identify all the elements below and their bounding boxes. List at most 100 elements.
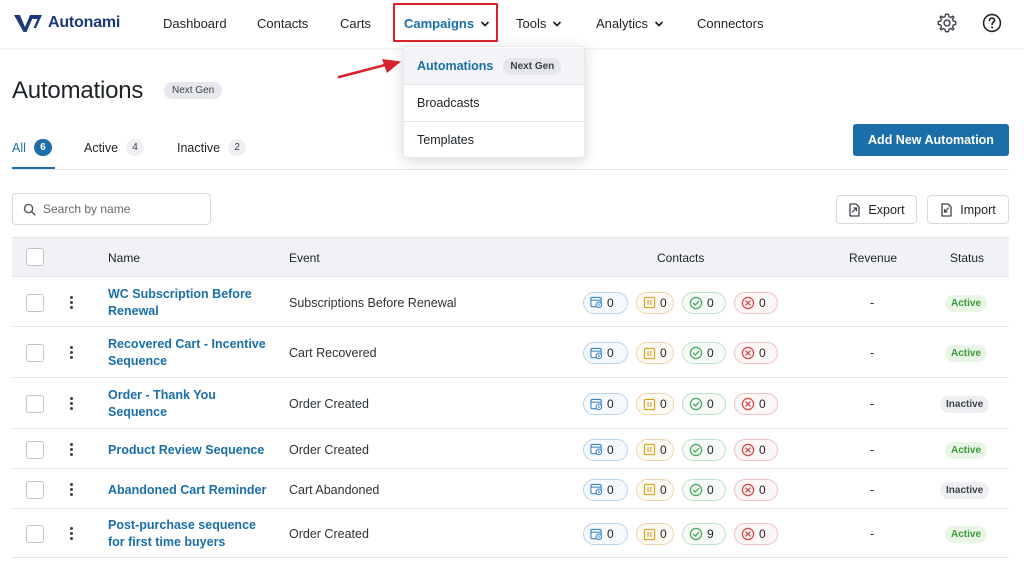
brand-logo[interactable]: Autonami (13, 13, 120, 33)
settings-gear-icon[interactable] (936, 12, 958, 34)
nav-analytics-label: Analytics (596, 16, 649, 31)
column-header-name[interactable]: Name (108, 251, 140, 265)
contacts-completed-pill[interactable]: 0 (682, 291, 726, 314)
contacts-paused-pill[interactable]: 0 (636, 291, 674, 314)
dropdown-item-automations[interactable]: Automations Next Gen (404, 48, 584, 84)
export-button[interactable]: Export (836, 195, 917, 224)
contacts-completed-pill[interactable]: 0 (682, 342, 726, 364)
status-badge[interactable]: Active (945, 526, 988, 543)
contacts-failed-pill[interactable]: 0 (734, 438, 778, 461)
tabs-divider (12, 169, 1009, 170)
status-badge[interactable]: Inactive (940, 481, 990, 499)
dropdown-item-broadcasts[interactable]: Broadcasts (404, 85, 584, 121)
tab-inactive-count: 2 (228, 139, 247, 156)
contacts-failed-pill[interactable]: 0 (734, 291, 778, 314)
search-input[interactable] (43, 202, 193, 216)
status-badge[interactable]: Active (945, 345, 988, 362)
status-badge[interactable]: Active (945, 294, 988, 312)
import-file-icon (941, 202, 952, 217)
contacts-queued-pill[interactable]: 0 (583, 393, 628, 415)
row-checkbox[interactable] (26, 525, 44, 543)
contacts-paused-pill[interactable]: 0 (636, 393, 674, 415)
dropdown-templates-label: Templates (417, 133, 474, 147)
nav-analytics[interactable]: Analytics (596, 16, 664, 31)
import-button[interactable]: Import (927, 195, 1009, 224)
automation-name-link[interactable]: Recovered Cart - Incentive Sequence (108, 336, 268, 370)
dropdown-automations-label: Automations (417, 59, 494, 73)
automation-event: Subscriptions Before Renewal (289, 295, 457, 310)
nav-connectors-label: Connectors (697, 16, 764, 31)
help-question-icon[interactable] (981, 12, 1003, 34)
tab-inactive[interactable]: Inactive 2 (177, 139, 247, 156)
automation-event: Order Created (289, 397, 369, 411)
failed-x-icon (741, 346, 755, 360)
contacts-queued-pill[interactable]: 0 (583, 478, 628, 501)
row-checkbox[interactable] (26, 440, 44, 459)
contacts-paused-pill[interactable]: 0 (636, 478, 674, 501)
chevron-down-icon (553, 21, 562, 26)
row-actions-menu-icon[interactable] (70, 527, 74, 541)
contacts-queued-icon (590, 483, 603, 496)
automation-name-link[interactable]: Product Review Sequence (108, 442, 268, 459)
contacts-paused-pill[interactable]: 0 (636, 438, 674, 461)
tab-active[interactable]: Active 4 (84, 139, 145, 156)
automation-name-link[interactable]: Post-purchase sequence for first time bu… (108, 517, 268, 551)
contacts-completed-pill[interactable]: 0 (682, 478, 726, 501)
contacts-paused-pill[interactable]: 0 (636, 342, 674, 364)
nav-carts[interactable]: Carts (340, 16, 371, 31)
row-checkbox[interactable] (26, 395, 44, 413)
table-row: Product Review Sequence Order Created 0 0 0 0… (12, 430, 1009, 469)
row-actions-menu-icon[interactable] (70, 397, 74, 411)
contacts-queued-pill[interactable]: 0 (583, 342, 628, 364)
automation-revenue: - (870, 527, 875, 541)
select-all-checkbox[interactable] (26, 248, 44, 266)
automation-name-link[interactable]: Order - Thank You Sequence (108, 387, 268, 421)
completed-check-icon (689, 346, 703, 360)
contacts-queued-icon (590, 443, 603, 456)
paused-icon (643, 398, 656, 411)
contacts-summary: 0 0 0 0 (583, 342, 778, 364)
contacts-failed-pill[interactable]: 0 (734, 478, 778, 501)
nav-dashboard[interactable]: Dashboard (163, 16, 227, 31)
campaigns-dropdown-menu: Automations Next Gen Broadcasts Template… (403, 46, 585, 158)
automation-name-link[interactable]: Abandoned Cart Reminder (108, 482, 268, 499)
tab-all[interactable]: All 6 (12, 139, 52, 156)
completed-check-icon (689, 527, 703, 541)
nav-tools[interactable]: Tools (516, 16, 562, 31)
nav-contacts[interactable]: Contacts (257, 16, 308, 31)
contacts-queued-pill[interactable]: 0 (583, 523, 628, 545)
import-label: Import (960, 202, 996, 217)
contacts-failed-pill[interactable]: 0 (734, 523, 778, 545)
row-actions-menu-icon[interactable] (70, 346, 74, 360)
contacts-failed-pill[interactable]: 0 (734, 393, 778, 415)
top-navigation: Autonami Dashboard Contacts Carts Campai… (0, 0, 1024, 49)
contacts-completed-pill[interactable]: 9 (682, 523, 726, 545)
contacts-paused-pill[interactable]: 0 (636, 523, 674, 545)
row-actions-menu-icon[interactable] (70, 482, 74, 497)
contacts-queued-pill[interactable]: 0 (583, 291, 628, 314)
contacts-completed-pill[interactable]: 0 (682, 438, 726, 461)
contacts-completed-pill[interactable]: 0 (682, 393, 726, 415)
row-actions-menu-icon[interactable] (70, 295, 74, 310)
paused-icon (643, 347, 656, 360)
contacts-failed-pill[interactable]: 0 (734, 342, 778, 364)
next-gen-badge: Next Gen (164, 82, 223, 99)
automation-revenue: - (870, 346, 875, 360)
automation-name-link[interactable]: WC Subscription Before Renewal (108, 286, 268, 320)
paused-icon (643, 483, 656, 496)
row-checkbox[interactable] (26, 344, 44, 362)
contacts-queued-pill[interactable]: 0 (583, 438, 628, 461)
row-actions-menu-icon[interactable] (70, 442, 74, 457)
dropdown-item-templates[interactable]: Templates (404, 122, 584, 158)
row-checkbox[interactable] (26, 293, 44, 312)
status-badge[interactable]: Inactive (940, 396, 990, 413)
status-badge[interactable]: Active (945, 441, 988, 459)
add-new-automation-button[interactable]: Add New Automation (853, 124, 1009, 156)
automation-revenue: - (870, 295, 875, 310)
failed-x-icon (741, 397, 755, 411)
completed-check-icon (689, 483, 703, 497)
column-header-event: Event (289, 251, 320, 265)
row-checkbox[interactable] (26, 480, 44, 499)
contacts-count: 0 (707, 482, 714, 497)
nav-connectors[interactable]: Connectors (697, 16, 763, 31)
